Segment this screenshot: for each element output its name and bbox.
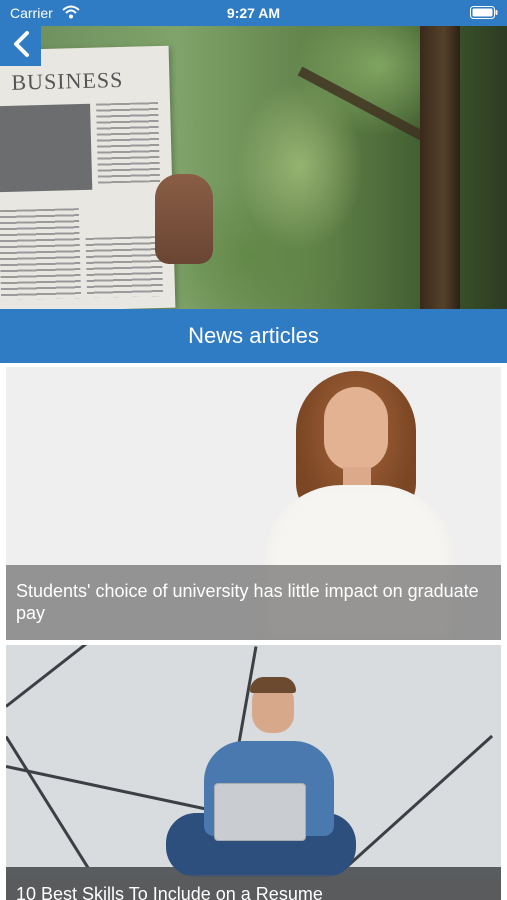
hero-tree-branch	[297, 66, 435, 146]
newspaper-masthead: BUSINESS	[11, 66, 124, 95]
newspaper-text-block	[85, 235, 164, 298]
person-hair	[250, 677, 296, 693]
newspaper-photo	[0, 103, 93, 193]
newspaper-illustration: BUSINESS	[0, 45, 176, 309]
article-card[interactable]: Students' choice of university has littl…	[6, 367, 501, 640]
article-card[interactable]: 10 Best Skills To Include on a Resume	[6, 645, 501, 900]
hero-image: BUSINESS	[0, 26, 507, 309]
wall-line	[6, 645, 102, 708]
laptop-illustration	[214, 783, 306, 841]
article-title: Students' choice of university has littl…	[16, 581, 479, 623]
wall-line	[334, 734, 494, 878]
section-header: News articles	[0, 309, 507, 363]
newspaper-text-block	[0, 208, 82, 301]
newspaper-text-block	[96, 102, 161, 184]
article-caption: Students' choice of university has littl…	[6, 565, 501, 640]
article-title: 10 Best Skills To Include on a Resume	[16, 884, 323, 900]
article-image-face	[324, 387, 388, 471]
hero-tree-trunk	[420, 26, 460, 309]
article-caption: 10 Best Skills To Include on a Resume	[6, 875, 501, 900]
section-title: News articles	[188, 323, 319, 348]
battery-icon	[470, 6, 498, 24]
status-bar: Carrier 9:27 AM	[0, 0, 507, 26]
status-time: 9:27 AM	[226, 5, 281, 21]
hand-illustration	[155, 174, 213, 264]
chevron-left-icon	[11, 30, 31, 63]
back-button[interactable]	[0, 26, 41, 66]
